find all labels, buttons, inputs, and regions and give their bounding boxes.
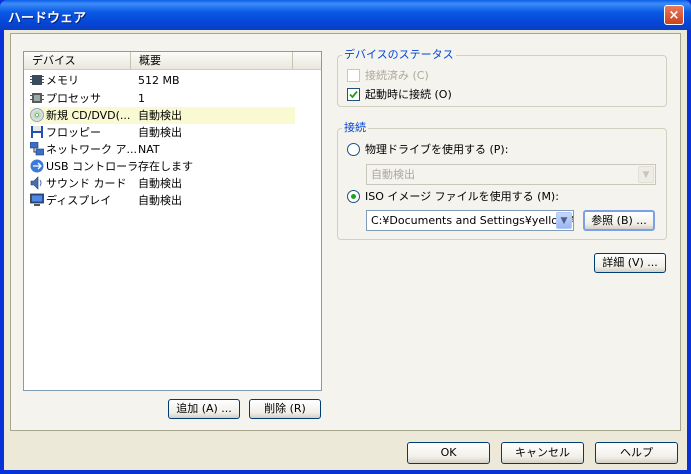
connected-checkbox [347, 69, 360, 82]
network-adapter-icon [30, 142, 44, 156]
advanced-button[interactable]: 詳細 (V) ... [594, 253, 666, 273]
connect-at-power-on-label[interactable]: 起動時に接続 (O) [365, 88, 452, 101]
display-icon [30, 193, 44, 206]
device-name: USB コントローラ [46, 160, 139, 173]
radio-dot-icon [351, 194, 356, 199]
processor-icon [30, 93, 44, 103]
device-row-cd-dvd[interactable]: 新規 CD/DVD(... 自動検出 [30, 107, 295, 124]
device-name: メモリ [46, 74, 79, 87]
device-summary: 1 [138, 92, 145, 105]
help-button[interactable]: ヘルプ [595, 442, 678, 464]
sound-card-icon [30, 176, 42, 190]
device-name: サウンド カード [46, 177, 127, 190]
close-icon: × [668, 8, 680, 23]
add-device-button[interactable]: 追加 (A) ... [168, 399, 240, 419]
connect-at-power-on-checkbox[interactable] [347, 88, 360, 101]
device-summary: 自動検出 [138, 194, 182, 207]
remove-device-button[interactable]: 削除 (R) [249, 399, 321, 419]
cd-dvd-icon [30, 108, 44, 122]
connected-label: 接続済み (C) [365, 69, 429, 82]
close-button[interactable]: × [664, 5, 684, 25]
title-bar[interactable] [0, 0, 691, 30]
physical-drive-label[interactable]: 物理ドライブを使用する (P): [365, 143, 508, 156]
device-summary: 自動検出 [138, 126, 182, 139]
device-name: プロセッサ [46, 92, 101, 105]
physical-drive-select: 自動検出 [366, 164, 656, 185]
iso-image-radio[interactable] [347, 190, 360, 203]
device-row-network-adapter[interactable]: ネットワーク ア... NAT [30, 141, 295, 158]
device-summary: 自動検出 [138, 177, 182, 190]
device-row-floppy[interactable]: フロッピー 自動検出 [30, 124, 295, 141]
chevron-down-icon: ▼ [638, 166, 654, 183]
ok-button[interactable]: OK [407, 442, 490, 464]
checkmark-icon [349, 90, 358, 99]
device-summary: 存在します [138, 160, 193, 173]
device-row-processor[interactable]: プロセッサ 1 [30, 90, 295, 107]
device-name: ネットワーク ア... [46, 143, 137, 156]
usb-icon [30, 159, 44, 173]
column-header-filler [293, 52, 321, 70]
iso-image-label[interactable]: ISO イメージ ファイルを使用する (M): [365, 190, 559, 203]
device-summary: 512 MB [138, 74, 180, 87]
memory-icon [30, 75, 44, 85]
device-row-usb-controller[interactable]: USB コントローラ 存在します [30, 158, 295, 175]
column-header-device[interactable]: デバイス [24, 52, 131, 70]
device-row-display[interactable]: ディスプレイ 自動検出 [30, 192, 295, 209]
floppy-icon [31, 126, 43, 138]
device-name: 新規 CD/DVD(... [46, 109, 131, 122]
device-name: フロッピー [46, 126, 101, 139]
window-title: ハードウェア [8, 11, 87, 26]
column-header-summary[interactable]: 概要 [131, 52, 293, 70]
connection-legend: 接続 [342, 121, 368, 134]
device-row-memory[interactable]: メモリ 512 MB [30, 72, 295, 89]
device-status-legend: デバイスのステータス [342, 48, 456, 61]
iso-path-combobox[interactable]: C:¥Documents and Settings¥yellow¥デ [366, 210, 574, 231]
device-row-sound-card[interactable]: サウンド カード 自動検出 [30, 175, 295, 192]
physical-drive-radio[interactable] [347, 143, 360, 156]
device-summary: NAT [138, 143, 160, 156]
device-summary: 自動検出 [138, 109, 182, 122]
chevron-down-icon[interactable]: ▼ [556, 212, 572, 229]
browse-button[interactable]: 参照 (B) ... [583, 210, 655, 231]
cancel-button[interactable]: キャンセル [501, 442, 584, 464]
device-name: ディスプレイ [46, 194, 112, 207]
